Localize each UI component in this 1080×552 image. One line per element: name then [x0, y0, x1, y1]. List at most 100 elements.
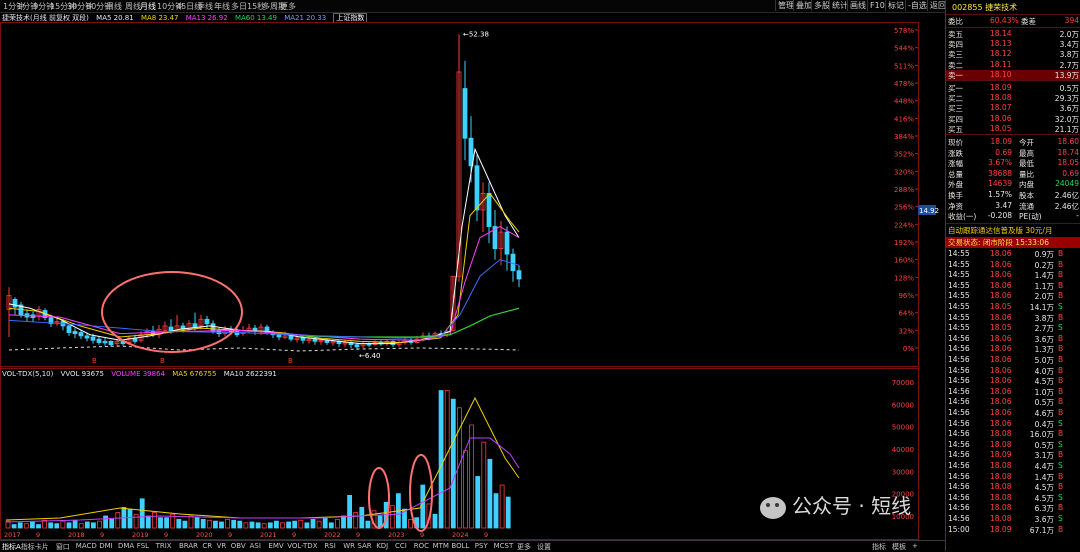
wechat-watermark: 公众号 · 短线 [760, 490, 911, 519]
stat-row: 外盘 14639 内盘 24049 [948, 179, 1079, 190]
volume-bar-down [438, 390, 444, 529]
indicator-tab-8[interactable]: BRAR [179, 542, 198, 550]
indicator-tab-14[interactable]: VOL-TDX [287, 542, 317, 550]
current-price-text: 14.92 [919, 207, 939, 215]
indicator-tab-20[interactable]: ROC [414, 542, 429, 550]
candle-down [78, 332, 84, 337]
stock-title: 002855 捷荣技术 [952, 3, 1018, 12]
ma21-line [8, 259, 520, 339]
volume-axis-label: 70000 [892, 379, 914, 387]
tick-row: 14:56 18.09 3.1万 B [948, 450, 1064, 461]
volume-bar-down [11, 524, 17, 529]
period-tab-11[interactable]: 季线 [197, 1, 213, 12]
indicator-tab-4[interactable]: DMI [99, 542, 113, 550]
volume-bar-up [316, 520, 322, 529]
period-tab-8[interactable]: 月线 [140, 1, 156, 12]
volume-bar-up [60, 520, 66, 529]
volume-bar-down [487, 458, 493, 529]
indicator-tab-3[interactable]: MACD [76, 542, 97, 550]
price-axis-label: 192% [894, 239, 914, 247]
volume-axis-label: 60000 [892, 401, 914, 409]
volume-bar-down [231, 519, 237, 529]
candle-down [210, 323, 216, 332]
time-axis-label: 9 [292, 531, 296, 539]
tick-row: 14:56 18.06 3.6万 B [948, 333, 1064, 344]
toolbar-button-5[interactable]: F10 [867, 0, 887, 11]
price-axis-label: 224% [894, 221, 914, 229]
signal-marker: B [92, 357, 97, 365]
bid-row: 买三 18.07 3.6万 [948, 103, 1079, 114]
indicator-tab-19[interactable]: CCI [395, 542, 407, 550]
indicator-tab-13[interactable]: EMV [268, 542, 283, 550]
indicator-tab-21[interactable]: MTM [433, 542, 449, 550]
candle-down [354, 344, 360, 348]
volume-bar-down [420, 484, 426, 529]
indicator-tab-18[interactable]: KDJ [376, 542, 388, 550]
indicator-tab-7[interactable]: TRIX [156, 542, 172, 550]
stat-row: 收益(一) -0.208 PE(动) - [948, 211, 1079, 222]
tick-row: 14:56 18.08 4.5万 B [948, 482, 1064, 493]
wechat-icon [760, 496, 786, 519]
price-axis-label: 32% [898, 327, 914, 335]
period-tab-6[interactable]: 日线 [106, 1, 122, 12]
price-axis-label: 544% [894, 45, 914, 53]
period-tab-13[interactable]: 多日 [231, 1, 247, 12]
promo-banner[interactable]: 自动跟踪通达信普及版 30元/月 [946, 225, 1080, 235]
volume-bar-down [176, 519, 182, 529]
volume-bar-down [194, 517, 200, 529]
indicator-tab-10[interactable]: VR [217, 542, 227, 550]
indicator-tab-22[interactable]: BOLL [451, 542, 469, 550]
volume-bar-down [182, 520, 188, 529]
volume-bar-down [91, 522, 96, 529]
indicator-tab-15[interactable]: RSI [324, 542, 335, 550]
volume-bar-up [206, 519, 212, 529]
volume-bar-up [444, 390, 450, 529]
volume-bar-up [225, 519, 231, 529]
indicator-tab-11[interactable]: OBV [231, 542, 246, 550]
period-tab-12[interactable]: 年线 [214, 1, 230, 12]
tick-row: 14:55 18.06 1.1万 B [948, 280, 1064, 291]
ma21-label: MA21 20.33 [284, 14, 327, 22]
volume-bar-up [261, 523, 267, 529]
indicator-tab-17[interactable]: SAR [357, 542, 371, 550]
candle-down [312, 338, 318, 342]
ma8-line [8, 192, 520, 343]
candle-down [108, 340, 114, 346]
candle-down [192, 323, 198, 328]
volume-bar-down [158, 517, 163, 529]
toolbar-button-7[interactable]: -自选 [905, 0, 929, 11]
tick-row: 15:00 18.09 67.1万 B [948, 524, 1064, 535]
ask-row: 卖三 18.12 3.8万 [948, 49, 1079, 60]
indicator-tab-5[interactable]: DMA [118, 542, 134, 550]
period-tab-16[interactable]: 更多 [280, 1, 296, 12]
signal-marker: B [288, 357, 293, 365]
indicator-tab-24[interactable]: MCST [494, 542, 514, 550]
indicator-tab-6[interactable]: FSL [137, 542, 149, 550]
indicator-tab-23[interactable]: PSY [475, 542, 488, 550]
volume-bar-down [103, 515, 108, 529]
toolbar-button-4[interactable]: 画线 [847, 0, 868, 11]
tick-row: 14:55 18.06 3.8万 B [948, 312, 1064, 323]
period-tab-7[interactable]: 周线 [125, 1, 141, 12]
toolbar-button-6[interactable]: 标记 [885, 0, 906, 11]
indicator-tab-16[interactable]: WR [343, 542, 355, 550]
volume-bar-up [334, 519, 340, 529]
ma60-line [299, 307, 520, 338]
indicator-tab-9[interactable]: CR [202, 542, 212, 550]
price-axis-label: 511% [894, 62, 914, 70]
time-axis-label: 2017 [4, 531, 21, 539]
volume-bar-up [499, 484, 505, 529]
template-tab-2[interactable]: + [912, 542, 918, 550]
candle-down [276, 334, 282, 338]
tick-row: 14:55 18.06 1.4万 B [948, 270, 1064, 281]
volume-bar-down [54, 523, 60, 529]
tick-row: 14:55 18.06 0.9万 B [948, 249, 1064, 259]
indicator-tab-12[interactable]: ASI [250, 542, 261, 550]
ask-row: 卖二 18.11 2.7万 [948, 59, 1079, 70]
volume-bar-down [72, 519, 78, 529]
time-axis-label: 9 [484, 531, 488, 539]
time-axis-label: 2023 [388, 531, 405, 539]
candle-down [90, 336, 96, 341]
stat-row: 总量 38688 量比 0.69 [948, 168, 1079, 179]
price-axis-label: 578% [894, 27, 914, 35]
